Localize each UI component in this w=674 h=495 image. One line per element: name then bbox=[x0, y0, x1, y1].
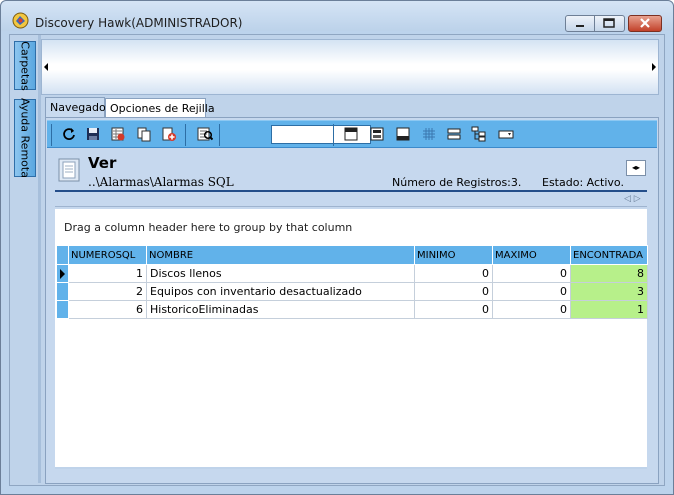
minimize-button[interactable] bbox=[565, 15, 595, 32]
show-header-panel-icon[interactable] bbox=[343, 126, 359, 142]
find-in-grid-icon[interactable] bbox=[197, 126, 213, 142]
band-view-icon[interactable] bbox=[446, 126, 462, 142]
tab-opciones-de-rejilla[interactable]: Opciones de Rejilla bbox=[105, 98, 215, 118]
row-indicator[interactable] bbox=[56, 282, 69, 301]
tab-navegador[interactable]: Navegador bbox=[45, 97, 110, 117]
column-header-nombre[interactable]: NOMBRE bbox=[146, 245, 415, 265]
scroll-arrows-icon[interactable]: ◁ ▷ bbox=[624, 194, 641, 204]
scroll-left-arrow-icon[interactable] bbox=[44, 63, 48, 71]
refresh-icon[interactable] bbox=[61, 126, 77, 142]
toolbar-separator bbox=[185, 124, 186, 146]
current-row-arrow-icon bbox=[60, 268, 65, 279]
row-indicator[interactable] bbox=[56, 264, 69, 283]
copy-icon[interactable] bbox=[136, 126, 152, 142]
close-button[interactable] bbox=[628, 15, 662, 32]
minimize-icon bbox=[576, 25, 584, 27]
column-header-maximo[interactable]: MAXIMO bbox=[492, 245, 571, 265]
folder-scroller bbox=[41, 39, 659, 95]
table-row[interactable]: 6 HistoricoEliminadas 0 0 1 bbox=[56, 300, 648, 319]
column-header-minimo[interactable]: MINIMO bbox=[414, 245, 493, 265]
card-view-icon[interactable] bbox=[369, 126, 385, 142]
group-by-hint: Drag a column header here to group by th… bbox=[64, 221, 353, 234]
header-divider-thin bbox=[55, 206, 647, 207]
grid-bottom-border bbox=[55, 467, 647, 469]
cell-maximo[interactable]: 0 bbox=[492, 282, 571, 301]
view-title: Ver bbox=[88, 154, 117, 172]
save-icon[interactable] bbox=[85, 126, 101, 142]
cell-encontrada[interactable]: 3 bbox=[570, 282, 648, 301]
cell-encontrada[interactable]: 8 bbox=[570, 264, 648, 283]
sidebar-tab-label: Carpetas bbox=[18, 40, 32, 91]
cell-nombre[interactable]: Discos llenos bbox=[146, 264, 415, 283]
dropdown-editor-icon[interactable] bbox=[498, 126, 514, 142]
table-row[interactable]: 2 Equipos con inventario desactualizado … bbox=[56, 282, 648, 301]
grid-toolbar bbox=[47, 120, 657, 148]
sidebar-divider bbox=[38, 35, 41, 483]
header-divider bbox=[55, 190, 647, 192]
cell-numerosql[interactable]: 6 bbox=[68, 300, 147, 319]
data-grid: NUMEROSQL NOMBRE MINIMO MAXIMO ENCONTRAD… bbox=[56, 245, 648, 319]
tree-view-icon[interactable] bbox=[471, 126, 487, 142]
sidebar-tab-ayuda-remota[interactable]: Ayuda Remota bbox=[14, 98, 36, 178]
table-row[interactable]: 1 Discos llenos 0 0 8 bbox=[56, 264, 648, 283]
cell-maximo[interactable]: 0 bbox=[492, 300, 571, 319]
grid-header-row: NUMEROSQL NOMBRE MINIMO MAXIMO ENCONTRAD… bbox=[56, 245, 648, 265]
sidebar-tab-label: Ayuda Remota bbox=[18, 98, 32, 178]
cell-nombre[interactable]: HistoricoEliminadas bbox=[146, 300, 415, 319]
column-header-numerosql[interactable]: NUMEROSQL bbox=[68, 245, 147, 265]
window-title: Discovery Hawk(ADMINISTRADOR) bbox=[35, 16, 243, 30]
grid-lines-icon[interactable] bbox=[421, 126, 437, 142]
cell-minimo[interactable]: 0 bbox=[414, 282, 493, 301]
left-right-arrows-icon: ◂▸ bbox=[631, 163, 641, 172]
document-icon bbox=[58, 158, 80, 182]
scroll-right-arrow-icon[interactable] bbox=[652, 63, 656, 71]
sidebar-tab-carpetas[interactable]: Carpetas bbox=[14, 41, 36, 90]
row-indicator[interactable] bbox=[56, 300, 69, 319]
hawk-app-icon bbox=[12, 12, 29, 29]
cell-encontrada[interactable]: 1 bbox=[570, 300, 648, 319]
expand-header-button[interactable]: ◂▸ bbox=[626, 160, 646, 176]
add-document-icon[interactable] bbox=[161, 126, 177, 142]
toolbar-separator bbox=[219, 124, 220, 146]
close-icon bbox=[640, 18, 650, 28]
cell-nombre[interactable]: Equipos con inventario desactualizado bbox=[146, 282, 415, 301]
cell-maximo[interactable]: 0 bbox=[492, 264, 571, 283]
export-grid-icon[interactable] bbox=[110, 126, 126, 142]
column-header-encontrada[interactable]: ENCONTRADA bbox=[570, 245, 648, 265]
app-window: Discovery Hawk(ADMINISTRADOR) Carpetas A… bbox=[0, 0, 674, 495]
view-path: ..\Alarmas\Alarmas SQL bbox=[88, 175, 234, 189]
record-count: Número de Registros:3. bbox=[392, 176, 522, 189]
show-footer-icon[interactable] bbox=[395, 126, 411, 142]
cell-minimo[interactable]: 0 bbox=[414, 300, 493, 319]
row-indicator-header bbox=[56, 245, 69, 265]
maximize-button[interactable] bbox=[595, 15, 625, 32]
toolbar-separator bbox=[51, 124, 52, 146]
cell-minimo[interactable]: 0 bbox=[414, 264, 493, 283]
status-text: Estado: Activo. bbox=[542, 176, 624, 189]
maximize-icon bbox=[603, 18, 615, 28]
cell-numerosql[interactable]: 1 bbox=[68, 264, 147, 283]
toolbar-separator bbox=[333, 124, 334, 146]
cell-numerosql[interactable]: 2 bbox=[68, 282, 147, 301]
